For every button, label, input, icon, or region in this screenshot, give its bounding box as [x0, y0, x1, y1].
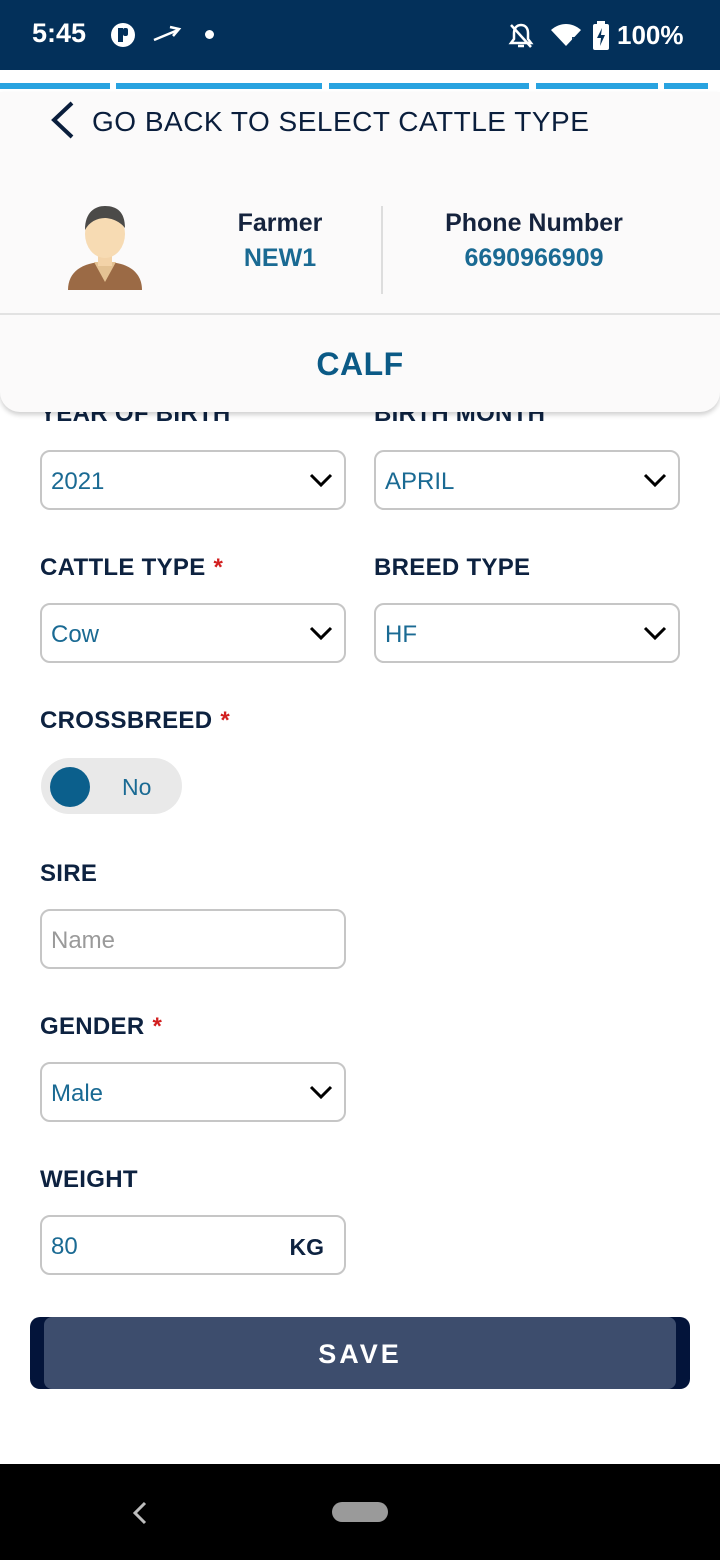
cattle-type-label-text: CATTLE TYPE [40, 554, 206, 581]
birth-month-select[interactable]: APRIL [374, 450, 680, 510]
crossbreed-toggle[interactable]: No [41, 758, 182, 814]
breed-type-value: HF [385, 621, 417, 648]
cattle-type-value: Cow [51, 621, 100, 648]
weight-input[interactable]: 80 KG [40, 1215, 346, 1275]
farmer-value: NEW1 [243, 244, 317, 272]
year-of-birth-select[interactable]: 2021 [40, 450, 346, 510]
nav-back-icon[interactable] [130, 1500, 150, 1531]
chevron-down-icon [308, 470, 334, 495]
year-of-birth-value: 2021 [51, 468, 105, 495]
toggle-knob [50, 767, 90, 807]
crossbreed-label-text: CROSSBREED [40, 707, 213, 734]
farmer-avatar [64, 202, 146, 299]
crossbreed-label: CROSSBREED * [40, 707, 230, 735]
sire-name-input[interactable]: Name [40, 909, 346, 969]
info-divider [381, 206, 383, 294]
birth-month-value: APRIL [385, 468, 455, 495]
app-icon [110, 22, 136, 53]
status-bar: 5:45 5 100% [0, 0, 720, 70]
chevron-down-icon [308, 623, 334, 648]
weight-unit: KG [289, 1234, 325, 1260]
bell-off-icon [508, 22, 534, 55]
phone-value: 6690966909 [464, 244, 604, 272]
required-marker: * [220, 707, 230, 734]
step-segment [329, 83, 529, 89]
chevron-down-icon [308, 1082, 334, 1107]
header-divider [0, 313, 720, 315]
sire-label: SIRE [40, 860, 98, 887]
chevron-left-icon [48, 100, 76, 145]
phone-info: Phone Number 6690966909 [414, 209, 654, 273]
back-button-label: GO BACK TO SELECT CATTLE TYPE [92, 106, 590, 137]
chevron-down-icon [642, 470, 668, 495]
step-segment [0, 83, 110, 89]
navigation-bar [0, 1464, 720, 1560]
status-time: 5:45 [32, 18, 87, 48]
weight-label: WEIGHT [40, 1166, 138, 1193]
breed-type-select[interactable]: HF [374, 603, 680, 663]
breed-type-label: BREED TYPE [374, 554, 531, 581]
phone-label: Phone Number [445, 209, 623, 237]
required-marker: * [213, 554, 224, 581]
save-button-label: SAVE [318, 1339, 402, 1369]
farmer-info: Farmer NEW1 [190, 209, 370, 273]
gender-label: GENDER * [40, 1013, 162, 1041]
step-progress-strip [0, 70, 720, 92]
back-button[interactable]: GO BACK TO SELECT CATTLE TYPE [48, 100, 589, 144]
svg-text:5: 5 [571, 36, 577, 47]
required-marker: * [152, 1013, 163, 1040]
cattle-type-select[interactable]: Cow [40, 603, 346, 663]
gender-select[interactable]: Male [40, 1062, 346, 1122]
step-segment [664, 83, 708, 89]
chevron-down-icon [642, 623, 668, 648]
step-segment [536, 83, 658, 89]
header-card: GO BACK TO SELECT CATTLE TYPE Farmer NEW… [0, 92, 720, 412]
sire-name-placeholder: Name [51, 927, 116, 954]
cattle-type-label: CATTLE TYPE * [40, 554, 223, 582]
dot-icon [205, 30, 214, 39]
gender-value: Male [51, 1080, 104, 1107]
save-button[interactable]: SAVE [30, 1317, 690, 1389]
battery-charging-icon [592, 21, 610, 56]
farmer-label: Farmer [237, 209, 323, 237]
page-title: CALF [316, 346, 404, 382]
gender-label-text: GENDER [40, 1013, 145, 1040]
step-segment [116, 83, 322, 89]
arrow-icon [152, 24, 182, 49]
nav-home-pill[interactable] [332, 1502, 388, 1522]
crossbreed-toggle-label: No [122, 774, 152, 800]
wifi-icon: 5 [550, 22, 582, 53]
weight-value: 80 [51, 1233, 78, 1260]
battery-percent: 100% [617, 20, 684, 50]
